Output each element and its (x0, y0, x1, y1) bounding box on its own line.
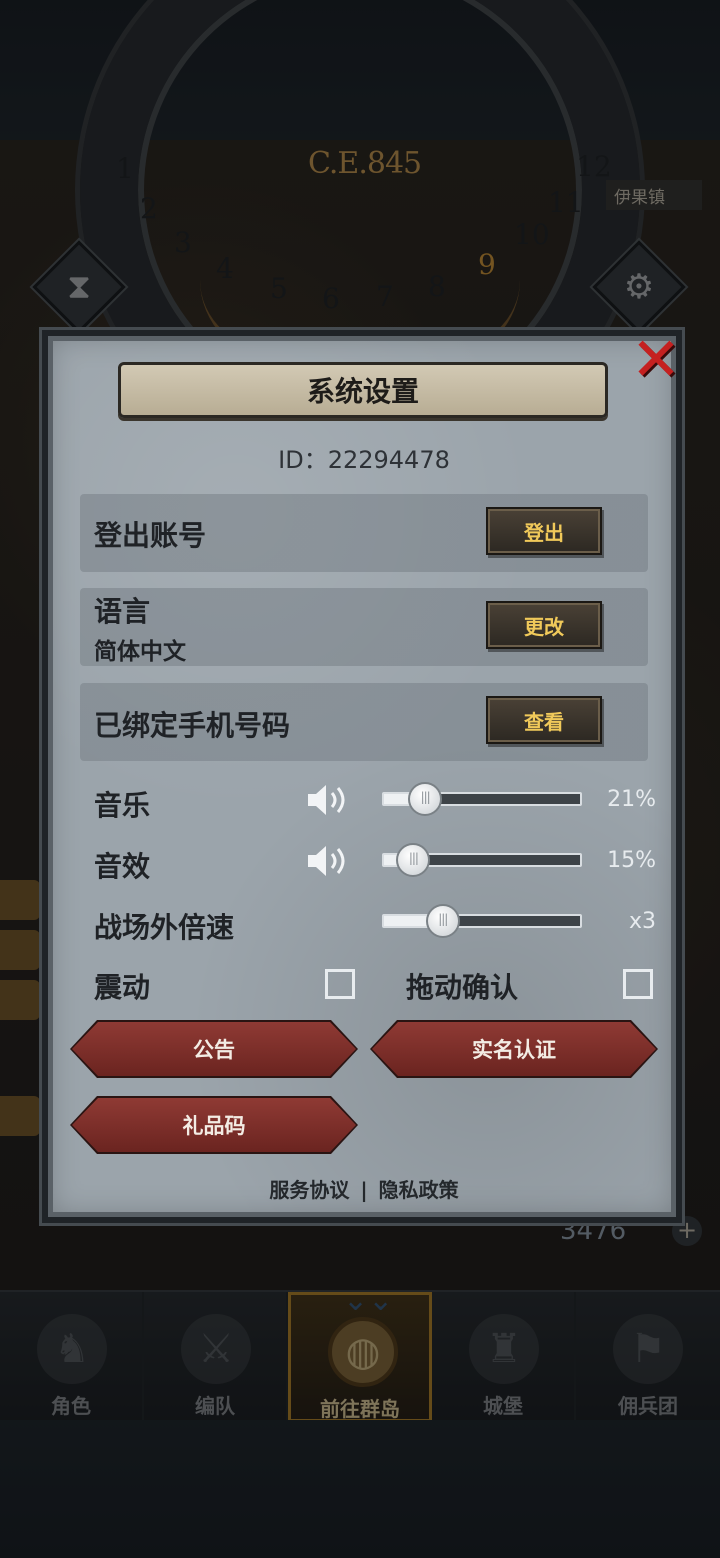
language-value: 简体中文 (94, 639, 186, 665)
speed-slider[interactable] (382, 904, 582, 938)
music-value: 21% (607, 787, 656, 812)
speaker-icon[interactable] (306, 841, 352, 881)
dialog-title: 系统设置 (118, 362, 608, 418)
view-phone-button[interactable]: 查看 (486, 696, 602, 744)
language-label: 语言 (94, 595, 151, 628)
close-button[interactable]: ✕ (626, 330, 686, 390)
privacy-link[interactable]: 隐私政策 (379, 1178, 459, 1202)
change-language-button[interactable]: 更改 (486, 601, 602, 649)
sfx-slider[interactable] (382, 843, 582, 877)
footer-separator: | (360, 1178, 368, 1202)
speaker-icon[interactable] (306, 780, 352, 820)
vibrate-label: 震动 (94, 971, 151, 1004)
sfx-label: 音效 (94, 850, 151, 883)
drag-confirm-checkbox[interactable] (623, 969, 653, 999)
speed-slider-knob[interactable] (425, 904, 460, 938)
user-id: ID：22294478 (278, 446, 450, 474)
sfx-value: 15% (607, 848, 656, 873)
drag-confirm-label: 拖动确认 (406, 971, 519, 1004)
close-icon: ✕ (630, 325, 682, 395)
logout-button[interactable]: 登出 (486, 507, 602, 555)
speed-label: 战场外倍速 (94, 911, 235, 944)
phone-label: 已绑定手机号码 (94, 709, 291, 742)
announcement-button[interactable]: 公告 (72, 1022, 356, 1076)
music-slider-knob[interactable] (408, 782, 443, 816)
realname-verify-button[interactable]: 实名认证 (372, 1022, 656, 1076)
footer-links: 服务协议 | 隐私政策 (0, 1174, 720, 1203)
vibrate-checkbox[interactable] (325, 969, 355, 999)
logout-label: 登出账号 (94, 519, 207, 552)
gift-code-button[interactable]: 礼品码 (72, 1098, 356, 1152)
speed-value: x3 (628, 909, 656, 934)
music-slider[interactable] (382, 782, 582, 816)
music-label: 音乐 (94, 789, 151, 822)
terms-link[interactable]: 服务协议 (269, 1178, 349, 1202)
